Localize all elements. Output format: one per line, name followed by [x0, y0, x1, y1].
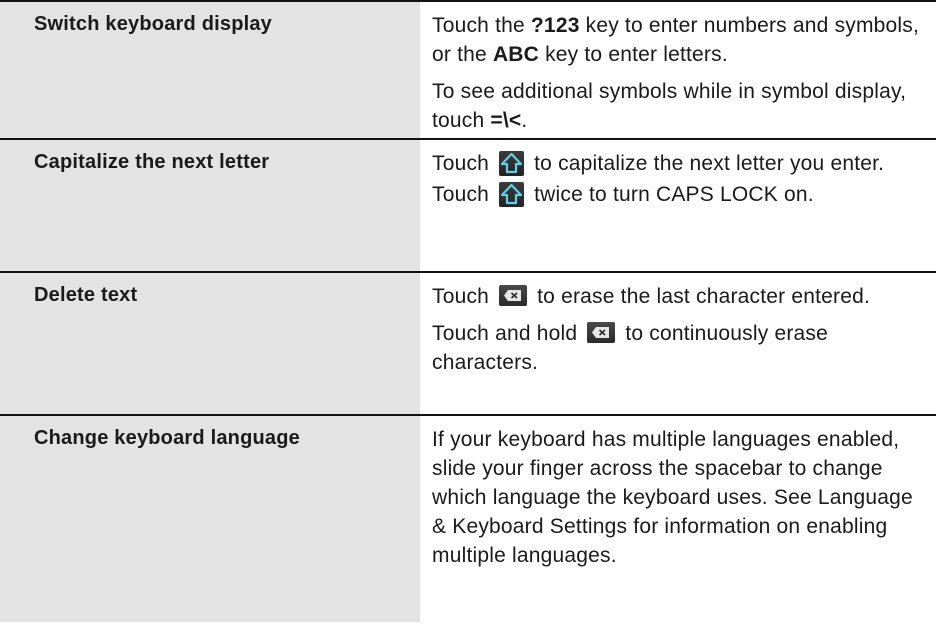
task-cell: Capitalize the next letter [0, 140, 420, 271]
text-segment: twice to turn CAPS LOCK on. [534, 183, 814, 206]
delete-key-icon [499, 285, 528, 306]
task-label: Capitalize the next letter [34, 151, 270, 173]
description-paragraph: Touch the ?123 key to enter numbers and … [432, 11, 926, 69]
description-paragraph: Touch and hold to continuously erase cha… [432, 319, 926, 377]
task-cell: Switch keyboard display [0, 2, 420, 138]
keyboard-reference-table: Switch keyboard display Touch the ?123 k… [0, 0, 936, 622]
key-name-symbols: =\< [490, 109, 522, 132]
key-name-abc: ABC [492, 43, 540, 66]
table-row: Switch keyboard display Touch the ?123 k… [0, 0, 936, 140]
description-paragraph: Touch to capitalize the next letter you … [432, 149, 926, 178]
task-label: Change keyboard language [34, 427, 300, 449]
text-segment: to erase the last character entered. [537, 285, 871, 308]
text-segment: Touch [432, 152, 490, 175]
text-segment: Touch [432, 285, 490, 308]
text-segment: Touch the [432, 14, 531, 37]
description-paragraph: If your keyboard has multiple languages … [432, 428, 913, 567]
delete-key-icon [587, 322, 616, 343]
description-paragraph: Touch twice to turn CAPS LOCK on. [432, 180, 926, 209]
description-paragraph: Touch to erase the last character entere… [432, 282, 926, 311]
description-paragraph: To see additional symbols while in symbo… [432, 77, 926, 135]
table-row: Capitalize the next letter Touch to capi… [0, 140, 936, 273]
description-cell: Touch to erase the last character entere… [420, 273, 936, 414]
text-segment: Touch [432, 183, 490, 206]
table-row: Change keyboard language If your keyboar… [0, 416, 936, 622]
text-segment: to capitalize the next letter you enter. [534, 152, 885, 175]
key-name-123: ?123 [530, 14, 580, 37]
shift-key-icon [499, 151, 525, 176]
description-cell: Touch the ?123 key to enter numbers and … [420, 2, 936, 138]
text-segment: . [521, 109, 528, 132]
description-cell: If your keyboard has multiple languages … [420, 416, 936, 622]
description-cell: Touch to capitalize the next letter you … [420, 140, 936, 271]
shift-key-icon [499, 182, 525, 207]
text-segment: Touch and hold [432, 322, 578, 345]
task-cell: Delete text [0, 273, 420, 414]
text-segment: key to enter letters. [539, 43, 728, 66]
task-label: Switch keyboard display [34, 13, 273, 35]
table-row: Delete text Touch to erase the last char… [0, 273, 936, 416]
task-cell: Change keyboard language [0, 416, 420, 622]
task-label: Delete text [34, 284, 138, 306]
